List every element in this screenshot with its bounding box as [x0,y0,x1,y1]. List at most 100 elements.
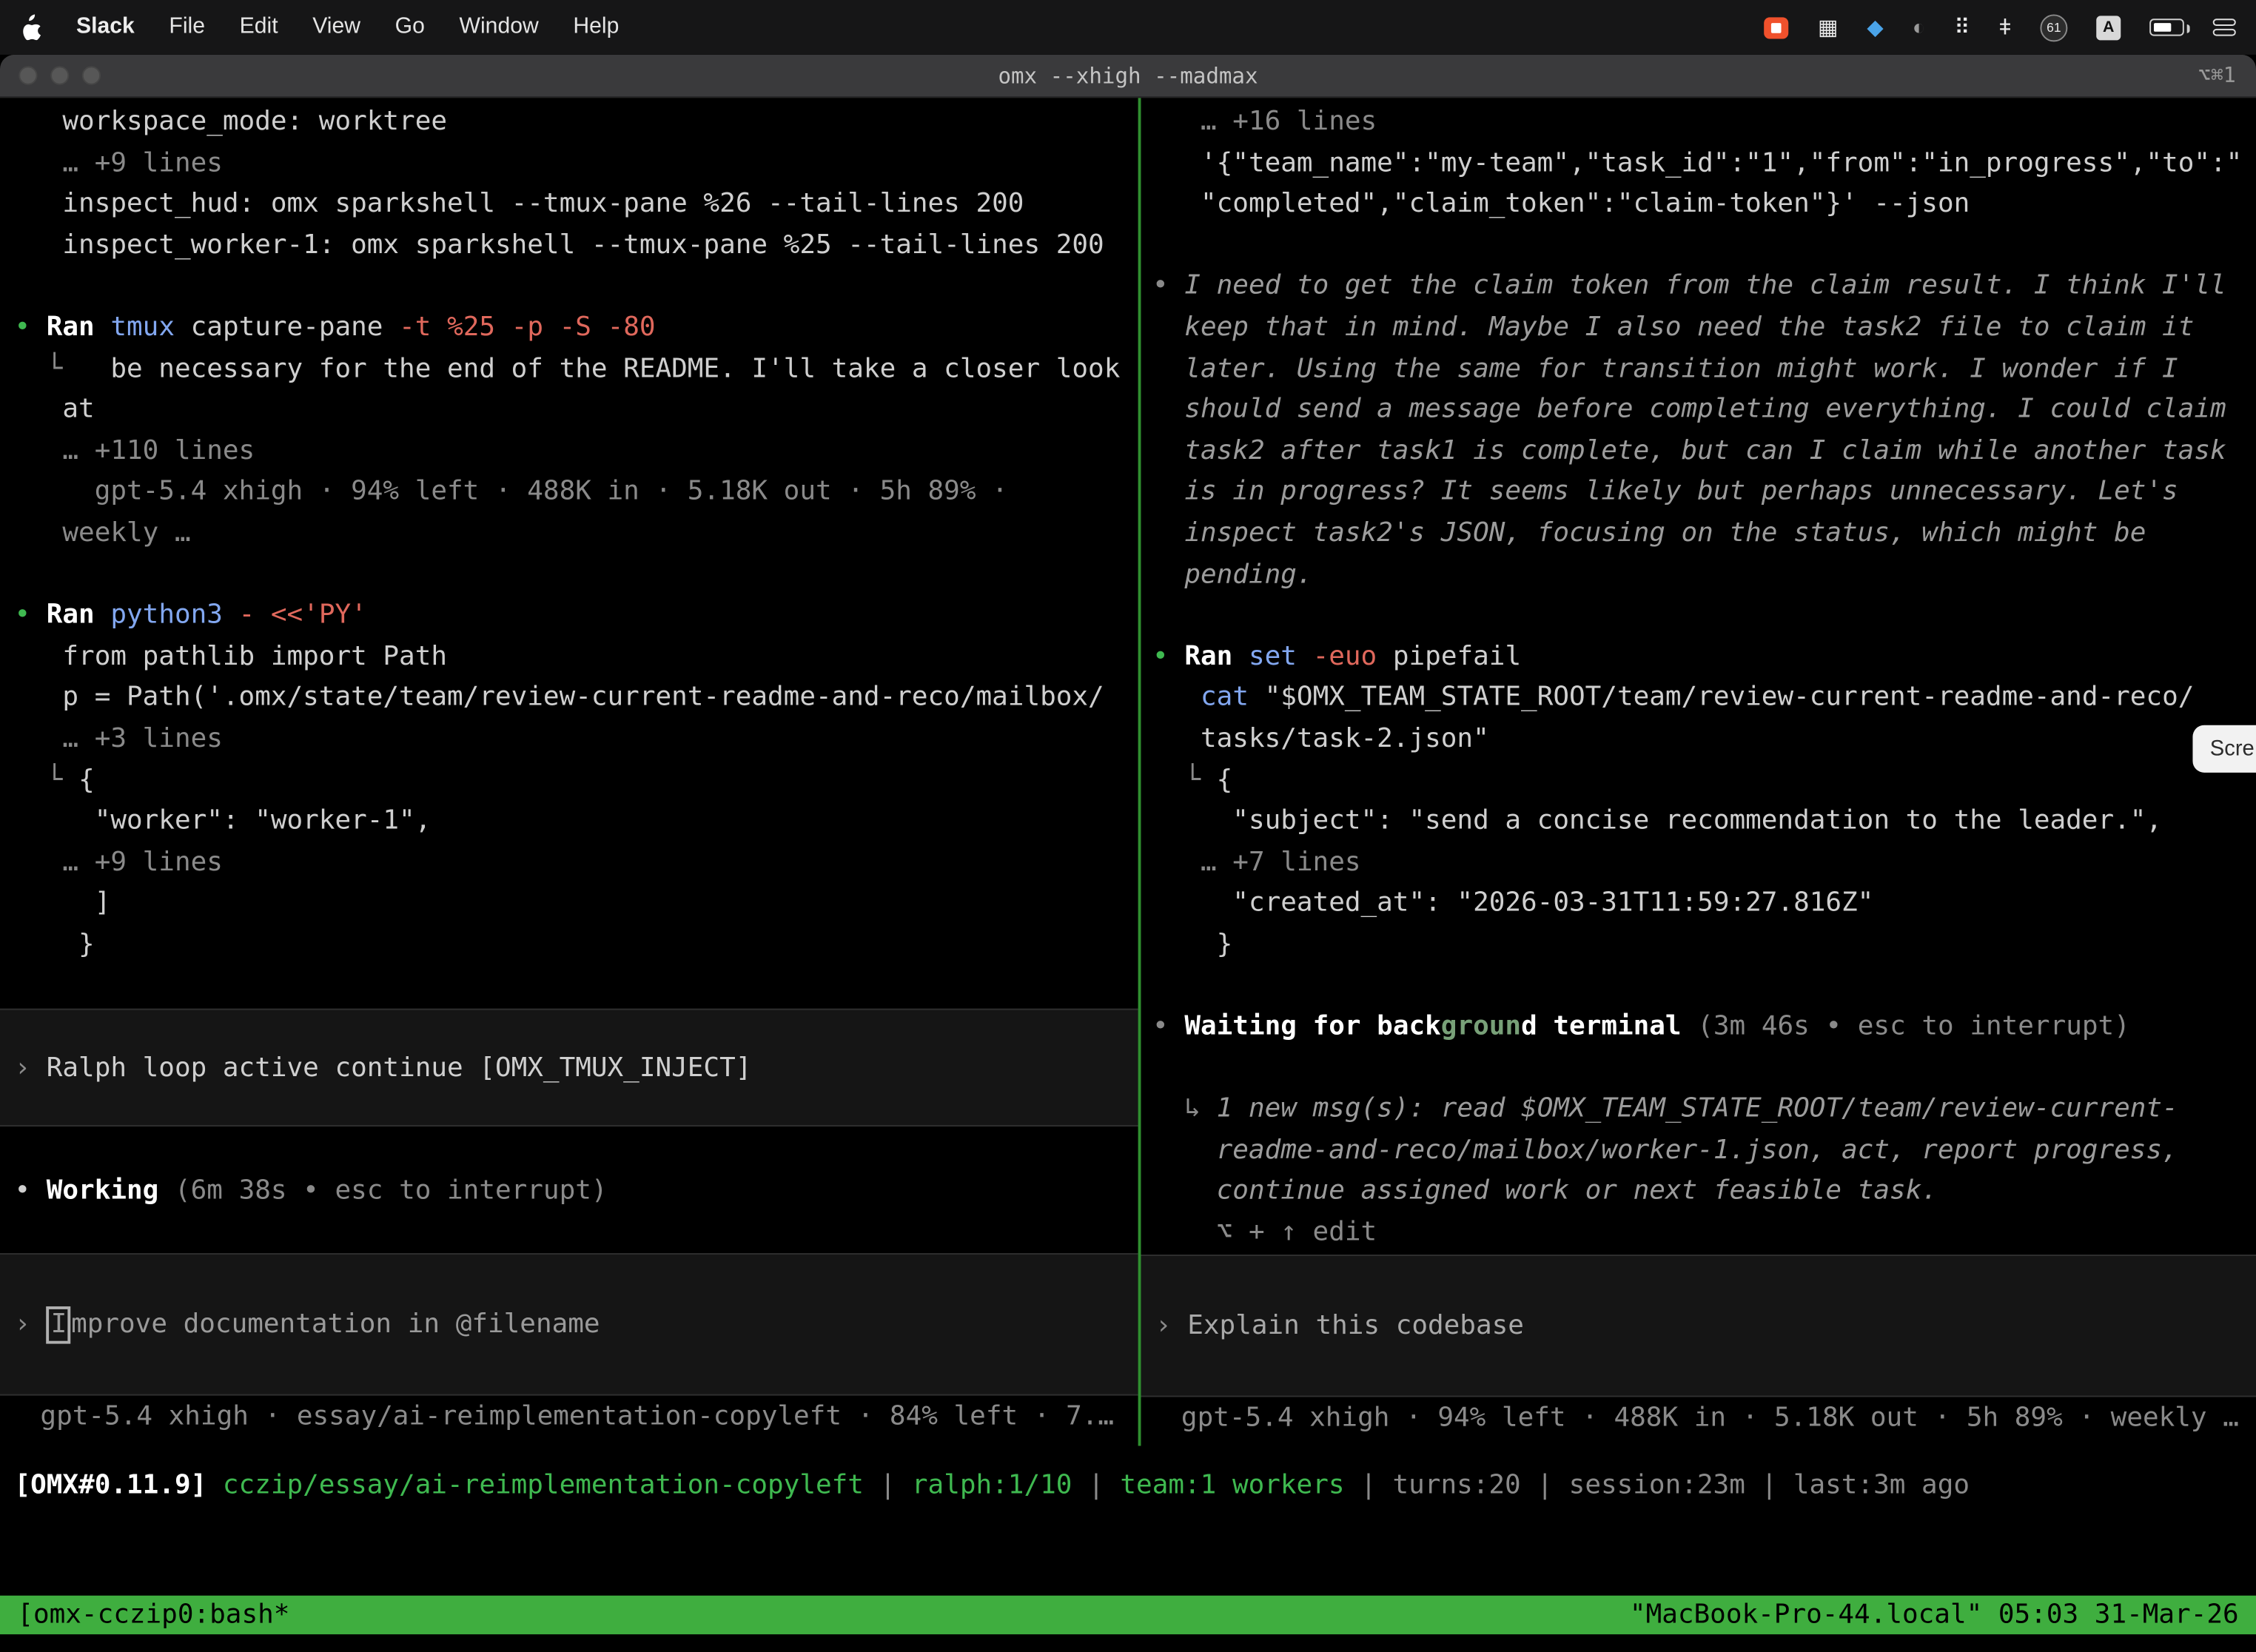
text-segment: └ [14,353,110,383]
terminal-line: pending. [1152,554,2256,596]
terminal-line: cat "$OMX_TEAM_STATE_ROOT/team/review-cu… [1152,678,2256,719]
menu-help[interactable]: Help [573,14,619,40]
left-composer-input[interactable]: › Improve documentation in @filename [0,1253,1138,1395]
stop-square-icon [1772,22,1782,33]
menu-app-name[interactable]: Slack [76,14,135,40]
composer-suggestion: Explain this codebase [1187,1310,1524,1340]
gauge-61-icon[interactable]: 61 [2040,13,2067,41]
text-segment: … +9 lines [14,847,222,877]
text-segment [1232,641,1249,671]
text-segment: • [14,600,46,631]
text-segment: } [1152,930,1232,960]
text-segment: groun [1441,1012,1521,1042]
terminal-line [1152,966,2256,1007]
text-segment: cczip/essay/ai-reimplementation-copyleft [207,1471,864,1501]
text-segment: later. Using the same for transition mig… [1152,353,2178,383]
text-segment [1152,682,1201,713]
window-titlebar[interactable]: omx --xhigh --madmax ⌥⌘1 [0,55,2256,98]
terminal-line: ⌥ + ↑ edit [1152,1213,2256,1255]
text-segment: session:23m [1569,1471,1745,1501]
text-segment: weekly … [14,518,190,548]
text-segment: turns:20 [1392,1471,1520,1501]
battery-icon[interactable] [2149,19,2184,36]
text-segment: | [1745,1471,1793,1501]
text-segment: workspace_mode: worktree [14,107,447,137]
text-segment: '{"team_name":"my-team","task_id":"1","f… [1152,147,2242,178]
text-segment [95,600,111,631]
window-grid-icon[interactable]: ▦ [1818,14,1839,40]
text-segment: continue assigned work or next feasible … [1152,1176,1938,1206]
window-shortcut-hint: ⌥⌘1 [2198,64,2236,87]
terminal-line: • Ran set -euo pipefail [1152,637,2256,679]
terminal-line [1152,226,2256,267]
terminal-line [14,266,1138,308]
text-segment: • [1152,641,1184,671]
toggle-pill [2213,19,2236,26]
terminal-line: is in progress? It seems likely but perh… [1152,472,2256,514]
screen-recording-stop-icon[interactable] [1765,16,1789,38]
text-segment: keep that in mind. Maybe I also need the… [1152,312,2194,343]
terminal-line: weekly … [14,514,1138,555]
text-segment: (6m 38s • esc to interrupt) [158,1176,607,1206]
text-segment: capture-pane [175,312,399,343]
text-segment: ] [14,888,110,919]
sphere-app-icon[interactable]: ◐ [1913,15,1926,39]
terminal-line: tasks/task-2.json" [1152,719,2256,761]
text-segment: … +16 lines [1152,107,1377,137]
terminal-line: "created_at": "2026-03-31T11:59:27.816Z" [1152,884,2256,925]
terminal-line: } [14,925,1138,967]
text-segment: d terminal [1521,1012,1682,1042]
text-segment: { [1217,765,1233,795]
text-segment: python3 [110,600,223,631]
text-segment: • [1152,1012,1184,1042]
working-status-line: • Working (6m 38s • esc to interrupt) [0,1170,1138,1212]
text-segment: cat [1201,682,1249,713]
window-bottom-edge [0,1634,2256,1651]
battery-tip [2186,24,2190,33]
terminal-line: from pathlib import Path [14,637,1138,679]
dots-grid-icon[interactable]: ⠿ [1954,14,1970,40]
terminal-line: ↳ 1 new msg(s): read $OMX_TEAM_STATE_ROO… [1152,1089,2256,1131]
text-segment: … +7 lines [1152,847,1360,877]
text-segment: … +110 lines [14,436,255,466]
right-model-footer: gpt-5.4 xhigh · 94% left · 488K in · 5.1… [1141,1397,2256,1438]
text-segment [223,600,239,631]
left-scrollback: workspace_mode: worktree … +9 lines insp… [0,98,1138,966]
text-segment: Ran [1184,641,1232,671]
text-segment: Ran [47,312,95,343]
right-pane[interactable]: … +16 lines '{"team_name":"my-team","tas… [1141,98,2256,1446]
terminal-line: … +16 lines [1152,102,2256,144]
text-segment: tasks/task-2.json" [1152,724,1489,754]
terminal-line: later. Using the same for transition mig… [1152,349,2256,391]
control-center-icon[interactable] [2213,19,2236,36]
text-segment: | [1072,1471,1120,1501]
menu-go[interactable]: Go [395,14,425,40]
utility-icon[interactable]: ǂ [1999,15,2012,39]
blue-app-icon[interactable]: ◆ [1867,14,1883,40]
text-segment: p = Path('.omx/state/team/review-current… [14,682,1104,713]
prompt-chevron-icon: › [14,1309,46,1340]
terminal-line: … +7 lines [1152,843,2256,884]
apple-menu-icon[interactable] [20,14,41,40]
text-segment: Ran [47,600,95,631]
menu-window[interactable]: Window [460,14,539,40]
text-segment: "$OMX_TEAM_STATE_ROOT/team/review-curren… [1249,682,2194,713]
menu-file[interactable]: File [169,14,205,40]
terminal-line: … +9 lines [14,843,1138,884]
terminal-line: └ { [1152,760,2256,802]
input-source-icon[interactable]: A [2096,15,2121,39]
left-model-footer: gpt-5.4 xhigh · essay/ai-reimplementatio… [0,1396,1138,1437]
right-scrollback: … +16 lines '{"team_name":"my-team","tas… [1141,98,2256,1254]
text-segment: I need to get the claim token from the c… [1184,271,2226,301]
menu-view[interactable]: View [312,14,360,40]
right-composer-input[interactable]: › Explain this codebase [1141,1254,2256,1396]
tmux-status-bar: [omx-cczip0:bash* "MacBook-Pro-44.local"… [0,1596,2256,1634]
terminal-line: inspect task2's JSON, focusing on the st… [1152,514,2256,555]
left-pane[interactable]: workspace_mode: worktree … +9 lines insp… [0,98,1138,1446]
screen-share-button[interactable]: Scre [2192,725,2256,773]
text-segment: Working [47,1176,159,1206]
ralph-inject-bar[interactable]: › Ralph loop active continue [OMX_TMUX_I… [0,1010,1138,1127]
terminal-line: } [1152,925,2256,967]
menu-edit[interactable]: Edit [240,14,278,40]
terminal-line: … +3 lines [14,719,1138,761]
